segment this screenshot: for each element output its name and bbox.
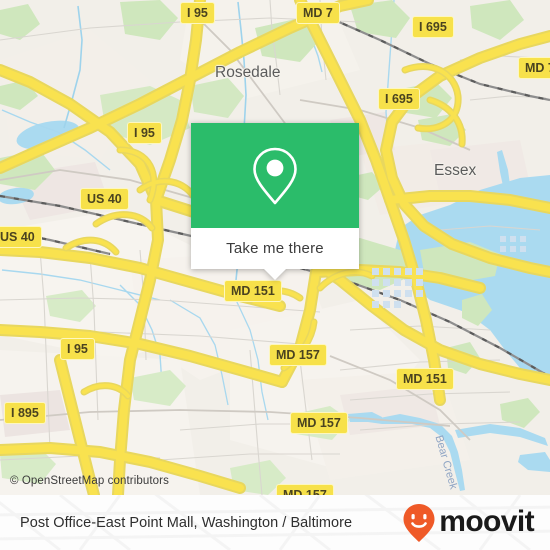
moovit-smiling-pin-icon [403, 503, 435, 542]
road-shield-i695-topright: I 695 [412, 16, 454, 38]
road-shield-i895: I 895 [4, 402, 46, 424]
screenshot-root: Rosedale Essex Bear Creek I 95 MD 7 I 69… [0, 0, 550, 550]
road-shield-md7-top: MD 7 [296, 2, 340, 24]
road-shield-i95-mid: I 95 [127, 122, 162, 144]
road-shield-md157-bottom: MD 157 [276, 484, 334, 495]
take-me-there-label: Take me there [226, 240, 324, 257]
road-shield-md151-right: MD 151 [396, 368, 454, 390]
road-shield-md151-upper: MD 151 [224, 280, 282, 302]
location-title: Post Office-East Point Mall, Washington … [20, 514, 353, 531]
road-shield-us40: US 40 [80, 188, 129, 210]
road-shield-i95-lower: I 95 [60, 338, 95, 360]
moovit-brand[interactable]: moovit [402, 503, 535, 543]
moovit-wordmark: moovit [439, 504, 534, 538]
place-label-rosedale: Rosedale [215, 64, 281, 81]
popup-tail-pointer [264, 269, 286, 280]
footer-bar: Post Office-East Point Mall, Washington … [0, 495, 550, 550]
road-shield-i95-top: I 95 [180, 2, 215, 24]
map-canvas[interactable]: Rosedale Essex Bear Creek I 95 MD 7 I 69… [0, 0, 550, 495]
road-shield-md157-mid: MD 157 [290, 412, 348, 434]
footer-content: Post Office-East Point Mall, Washington … [0, 495, 550, 550]
road-shield-i695-mid: I 695 [378, 88, 420, 110]
road-shield-us40-edge: US 40 [0, 226, 42, 248]
map-pin-icon [253, 147, 297, 204]
map-attribution[interactable]: © OpenStreetMap contributors [10, 475, 169, 487]
location-popup[interactable]: Take me there [191, 123, 359, 280]
road-shield-md7-right: MD 7 [518, 57, 550, 79]
place-label-essex: Essex [434, 162, 477, 179]
road-shield-md157-upper: MD 157 [269, 344, 327, 366]
take-me-there-button[interactable]: Take me there [191, 228, 359, 269]
popup-image-placeholder [191, 123, 359, 228]
